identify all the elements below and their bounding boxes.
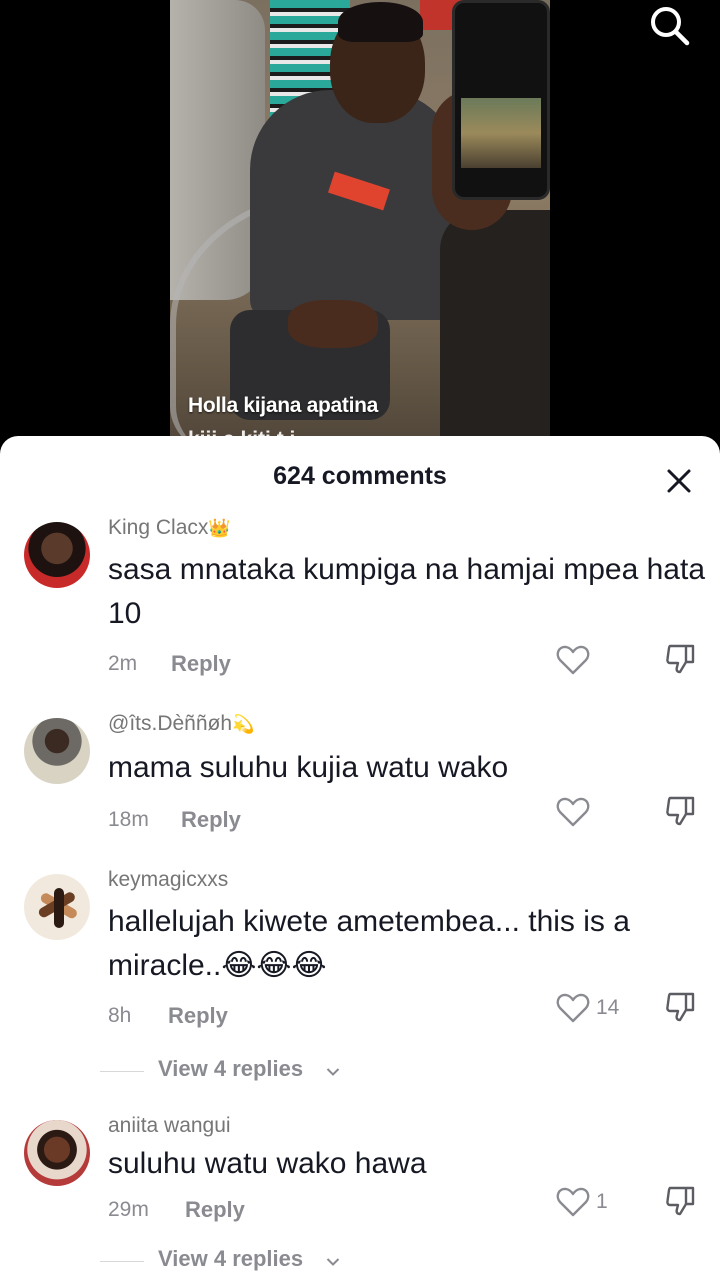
close-icon[interactable]	[662, 464, 696, 498]
heart-outline-icon[interactable]	[556, 796, 590, 828]
comment-item: keymagicxxs hallelujah kiwete ametembea.…	[0, 866, 720, 1096]
comment-username-text[interactable]: keymagicxxs	[108, 868, 228, 891]
video-hoodie	[250, 90, 460, 320]
like-count: 1	[596, 1190, 608, 1213]
like-count: 14	[596, 996, 620, 1019]
view-replies-label[interactable]: View 4 replies	[158, 1056, 303, 1082]
avatar[interactable]	[24, 522, 90, 588]
comment-text: suluhu watu wako hawa	[108, 1147, 427, 1180]
comments-header: 624 comments	[0, 436, 720, 520]
comment-username[interactable]: King Clacx👑	[108, 516, 231, 540]
comment-item: King Clacx👑 sasa mnataka kumpiga na hamj…	[0, 514, 720, 694]
comment-time: 8h	[108, 1004, 132, 1027]
video-arm	[440, 210, 550, 460]
view-replies-label[interactable]: View 4 replies	[158, 1246, 303, 1272]
view-replies-button[interactable]: View 4 replies	[100, 1056, 500, 1086]
search-icon[interactable]	[646, 2, 692, 48]
heart-outline-icon[interactable]	[556, 992, 590, 1024]
heart-outline-icon[interactable]	[556, 644, 590, 676]
comments-sheet: 624 comments King Clacx👑 sasa mnataka ku…	[0, 436, 720, 1276]
comment-time: 18m	[108, 808, 149, 831]
video-phone-screen	[461, 98, 541, 168]
reply-button[interactable]: Reply	[168, 1003, 228, 1029]
comment-username[interactable]: @îts.Dèññøh💫	[108, 712, 254, 736]
video-phone	[452, 0, 550, 200]
comment-text: hallelujah kiwete ametembea... this is a…	[108, 905, 630, 982]
avatar[interactable]	[24, 1120, 90, 1186]
video-hand	[288, 300, 378, 348]
comment-time: 2m	[108, 652, 138, 675]
comment-username-text[interactable]: King Clacx	[108, 516, 208, 539]
comment-item: aniita wangui suluhu watu wako hawa 29m …	[0, 1112, 720, 1276]
thumbs-down-icon[interactable]	[664, 1184, 698, 1218]
comment-username[interactable]: aniita wangui	[108, 1114, 231, 1138]
reply-button[interactable]: Reply	[181, 807, 241, 833]
divider	[100, 1261, 144, 1262]
comment-time: 29m	[108, 1198, 149, 1221]
dizzy-emoji: 💫	[232, 714, 255, 734]
comment-text: sasa mnataka kumpiga na hamjai mpea hata…	[108, 553, 706, 630]
thumbs-down-icon[interactable]	[664, 794, 698, 828]
comment-item: @îts.Dèññøh💫 mama suluhu kujia watu wako…	[0, 710, 720, 850]
video-caption: Holla kijana apatina	[188, 394, 379, 417]
thumbs-down-icon[interactable]	[664, 642, 698, 676]
avatar[interactable]	[24, 874, 90, 940]
video-frame[interactable]	[170, 0, 550, 460]
view-replies-button[interactable]: View 4 replies	[100, 1246, 500, 1276]
video-player[interactable]: Holla kijana apatina kiji a kiti t i	[0, 0, 720, 460]
comment-count: 624 comments	[273, 462, 447, 490]
comment-username-text[interactable]: @îts.Dèññøh	[108, 712, 232, 735]
reply-button[interactable]: Reply	[185, 1197, 245, 1223]
heart-outline-icon[interactable]	[556, 1186, 590, 1218]
crown-emoji: 👑	[208, 518, 231, 538]
divider	[100, 1071, 144, 1072]
avatar[interactable]	[24, 718, 90, 784]
chevron-down-icon	[326, 1254, 340, 1266]
comment-username[interactable]: keymagicxxs	[108, 868, 228, 892]
comment-username-text[interactable]: aniita wangui	[108, 1114, 231, 1137]
thumbs-down-icon[interactable]	[664, 990, 698, 1024]
reply-button[interactable]: Reply	[171, 651, 231, 677]
comment-text: mama suluhu kujia watu wako	[108, 751, 509, 784]
video-boy-hair	[338, 2, 423, 42]
chevron-down-icon	[326, 1064, 340, 1076]
